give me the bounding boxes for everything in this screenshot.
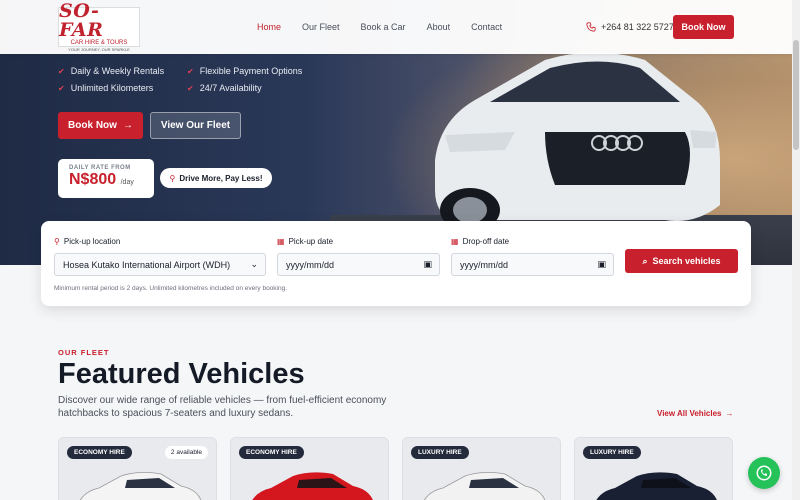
- check-icon: ✔: [187, 83, 194, 93]
- availability-badge: 2 available: [164, 446, 208, 459]
- daily-rate-value: N$800: [69, 171, 117, 188]
- fleet-description: Discover our wide range of reliable vehi…: [58, 395, 387, 419]
- page-scrollbar[interactable]: [792, 0, 800, 500]
- vehicle-category-badge: LUXURY HIRE: [411, 446, 469, 459]
- calendar-picker-icon[interactable]: ▣: [597, 259, 606, 270]
- feature-availability: ✔ 24/7 Availability: [187, 83, 262, 93]
- tagline-text: Drive More, Pay Less!: [179, 173, 263, 183]
- logo-subtitle: CAR HIRE & TOURS: [70, 40, 128, 46]
- arrow-right-icon: →: [122, 120, 133, 131]
- phone-number: +264 81 322 5727: [601, 22, 674, 32]
- rental-note: Minimum rental period is 2 days. Unlimit…: [54, 285, 288, 292]
- vehicle-card[interactable]: ECONOMY HIRE 2 available: [58, 437, 217, 500]
- whatsapp-icon: [756, 465, 772, 481]
- dropoff-date-placeholder: yyyy/mm/dd: [460, 259, 509, 270]
- vehicle-image: [79, 472, 202, 500]
- vehicle-category-badge: ECONOMY HIRE: [239, 446, 304, 459]
- phone-icon: [586, 22, 596, 32]
- pickup-location-select[interactable]: Hosea Kutako International Airport (WDH)…: [54, 253, 266, 276]
- feature-label: Unlimited Kilometers: [70, 83, 154, 93]
- calendar-icon: ▦: [277, 236, 285, 246]
- dropoff-date-input[interactable]: yyyy/mm/dd ▣: [451, 253, 614, 276]
- vehicle-image: [423, 472, 546, 500]
- pickup-date-field: ▦ Pick-up date yyyy/mm/dd ▣: [277, 235, 440, 276]
- search-vehicles-label: Search vehicles: [652, 256, 721, 266]
- feature-label: Flexible Payment Options: [199, 66, 303, 76]
- view-our-fleet-button[interactable]: View Our Fleet: [150, 112, 241, 139]
- dropoff-date-label: Drop-off date: [462, 236, 510, 246]
- key-icon: ⚲: [169, 173, 176, 183]
- vehicle-category-badge: ECONOMY HIRE: [67, 446, 132, 459]
- pickup-location-field: ⚲ Pick-up location Hosea Kutako Internati…: [54, 235, 266, 276]
- feature-label: Daily & Weekly Rentals: [70, 66, 165, 76]
- top-navigation: SO-FAR CAR HIRE & TOURS YOUR JOURNEY, OU…: [0, 0, 800, 54]
- logo-text: SO-FAR: [59, 0, 104, 41]
- nav-link-home[interactable]: Home: [257, 22, 281, 32]
- pickup-location-value: Hosea Kutako International Airport (WDH): [63, 259, 231, 270]
- vehicle-image: [596, 472, 717, 500]
- check-icon: ✔: [187, 66, 194, 76]
- nav-book-now-button[interactable]: Book Now: [673, 15, 734, 39]
- daily-rate-value-wrap: N$800 /day: [69, 171, 154, 192]
- site-logo[interactable]: SO-FAR CAR HIRE & TOURS YOUR JOURNEY, OU…: [58, 2, 140, 52]
- search-vehicles-button[interactable]: ⌕ Search vehicles: [625, 249, 738, 273]
- daily-rate-unit: /day: [120, 179, 134, 186]
- vehicle-card[interactable]: LUXURY HIRE: [402, 437, 561, 500]
- feature-flexible-payment: ✔ Flexible Payment Options: [187, 66, 302, 76]
- chevron-down-icon: ⌄: [250, 259, 258, 269]
- feature-daily-weekly: ✔ Daily & Weekly Rentals: [58, 66, 164, 76]
- calendar-icon: ▦: [451, 236, 459, 246]
- location-pin-icon: ⚲: [54, 236, 60, 246]
- pickup-location-label: Pick-up location: [63, 236, 121, 246]
- nav-link-our-fleet[interactable]: Our Fleet: [302, 22, 340, 32]
- arrow-right-icon: →: [725, 409, 734, 418]
- dropoff-date-field: ▦ Drop-off date yyyy/mm/dd ▣: [451, 235, 614, 276]
- vehicle-image: [252, 472, 373, 500]
- dropoff-date-label-row: ▦ Drop-off date: [451, 235, 614, 247]
- feature-unlimited-km: ✔ Unlimited Kilometers: [58, 83, 153, 93]
- fleet-heading: Featured Vehicles: [58, 358, 305, 390]
- tagline-badge: ⚲ Drive More, Pay Less!: [160, 168, 272, 188]
- pickup-location-label-row: ⚲ Pick-up location: [54, 235, 266, 247]
- phone-link[interactable]: +264 81 322 5727: [586, 0, 674, 54]
- daily-rate-card: DAILY RATE FROM N$800 /day: [58, 159, 154, 198]
- nav-links: Home Our Fleet Book a Car About Contact: [257, 0, 523, 54]
- booking-search-card: ⚲ Pick-up location Hosea Kutako Internati…: [41, 221, 751, 306]
- pickup-date-label: Pick-up date: [288, 236, 334, 246]
- whatsapp-chat-button[interactable]: [748, 457, 780, 489]
- search-icon: ⌕: [642, 255, 648, 266]
- scrollbar-thumb[interactable]: [793, 40, 799, 150]
- nav-link-book-a-car[interactable]: Book a Car: [361, 22, 406, 32]
- logo-tagline: YOUR JOURNEY, OUR SPARKLE: [68, 47, 130, 52]
- check-icon: ✔: [58, 66, 65, 76]
- vehicle-card[interactable]: LUXURY HIRE: [574, 437, 733, 500]
- hero-book-now-label: Book Now: [68, 120, 117, 131]
- fleet-eyebrow: OUR FLEET: [58, 348, 110, 357]
- pickup-date-input[interactable]: yyyy/mm/dd ▣: [277, 253, 440, 276]
- vehicle-card[interactable]: ECONOMY HIRE: [230, 437, 389, 500]
- calendar-picker-icon[interactable]: ▣: [423, 259, 432, 270]
- pickup-date-placeholder: yyyy/mm/dd: [286, 259, 335, 270]
- vehicle-category-badge: LUXURY HIRE: [583, 446, 641, 459]
- nav-link-contact[interactable]: Contact: [471, 22, 502, 32]
- check-icon: ✔: [58, 83, 65, 93]
- view-all-label: View All Vehicles: [657, 409, 722, 418]
- hero-book-now-button[interactable]: Book Now →: [58, 112, 143, 139]
- feature-label: 24/7 Availability: [199, 83, 262, 93]
- nav-link-about[interactable]: About: [427, 22, 451, 32]
- view-all-vehicles-link[interactable]: View All Vehicles →: [657, 409, 733, 418]
- pickup-date-label-row: ▦ Pick-up date: [277, 235, 440, 247]
- hero-car-image: [435, 52, 720, 230]
